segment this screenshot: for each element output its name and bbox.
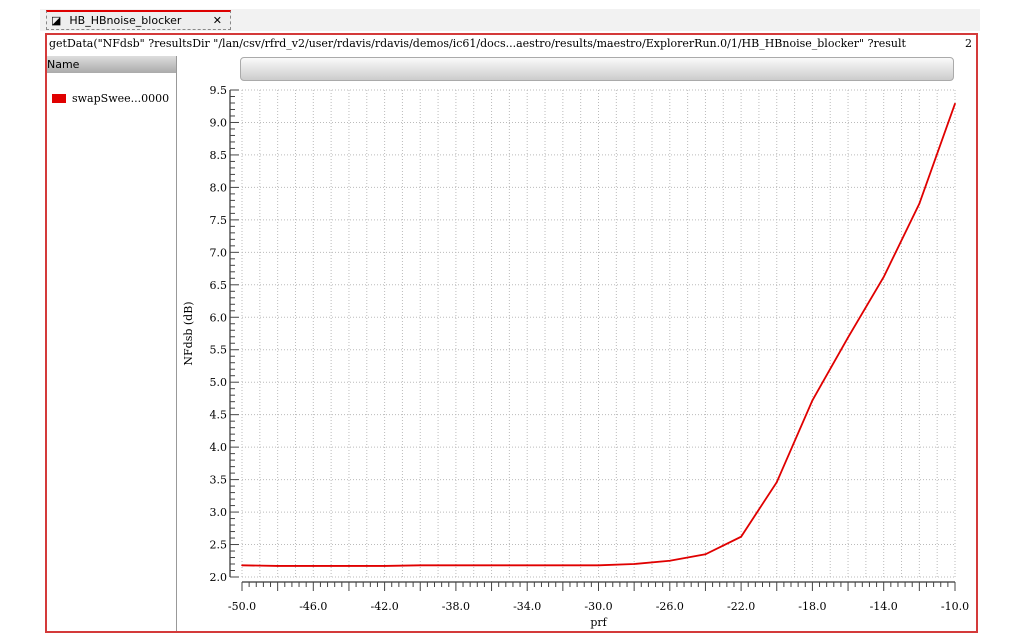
y-tick-label: 5.5 [210, 344, 228, 357]
y-tick-label: 7.0 [210, 246, 228, 259]
y-tick-label: 8.0 [210, 181, 228, 194]
data-point [633, 563, 635, 565]
x-axis-label: prf [590, 616, 607, 629]
chart: -50.0 -46.0 -42.0 -38.0 -34.0 -30.0 -26.0 -22.0… [182, 84, 969, 629]
data-point [526, 564, 528, 567]
data-point [882, 276, 885, 278]
y-tick-label: 9.5 [210, 84, 228, 97]
y-tick-label: 4.5 [210, 409, 228, 422]
y-tick-label: 2.5 [210, 539, 228, 552]
y-tick-label: 3.5 [210, 474, 228, 487]
data-point [775, 481, 778, 483]
y-tick-label: 6.5 [210, 279, 228, 292]
x-tick-label: -18.0 [798, 600, 826, 613]
x-tick-label: -38.0 [442, 600, 470, 613]
data-point [383, 565, 386, 567]
data-point [704, 553, 707, 556]
x-tick-label: -42.0 [370, 600, 398, 613]
x-tick-label: -14.0 [870, 600, 898, 613]
y-tick-label: 8.5 [210, 149, 228, 162]
x-tick-label: -22.0 [727, 600, 755, 613]
data-point [312, 565, 315, 567]
data-point [419, 564, 422, 567]
x-tick-label: -34.0 [513, 600, 541, 613]
y-tick-label: 3.0 [210, 506, 228, 519]
y-tick-label: 9.0 [210, 116, 228, 129]
data-point [811, 399, 814, 402]
y-tick-label: 4.0 [210, 441, 228, 454]
data-point [348, 565, 350, 567]
x-tick-label: -46.0 [299, 600, 327, 613]
y-axis-label: NFdsb (dB) [182, 301, 195, 365]
data-point [490, 564, 493, 567]
data-point [740, 535, 742, 538]
data-point [669, 559, 671, 562]
y-tick-label: 6.0 [210, 311, 228, 324]
x-tick-label: -30.0 [584, 600, 612, 613]
series-line [241, 103, 956, 567]
y-tick-label: 2.0 [210, 571, 228, 584]
data-point [455, 564, 457, 567]
x-tick-label: -26.0 [656, 600, 684, 613]
data-point [954, 102, 956, 105]
x-tick-label: -50.0 [228, 600, 256, 613]
data-point [847, 336, 849, 339]
y-tick-label: 5.0 [210, 376, 228, 389]
data-point [241, 564, 243, 567]
data-point [562, 564, 564, 567]
data-point [918, 202, 921, 205]
data-point [276, 565, 279, 567]
y-tick-label: 7.5 [210, 214, 228, 227]
x-tick-label: -10.0 [941, 600, 969, 613]
data-point [597, 564, 600, 567]
